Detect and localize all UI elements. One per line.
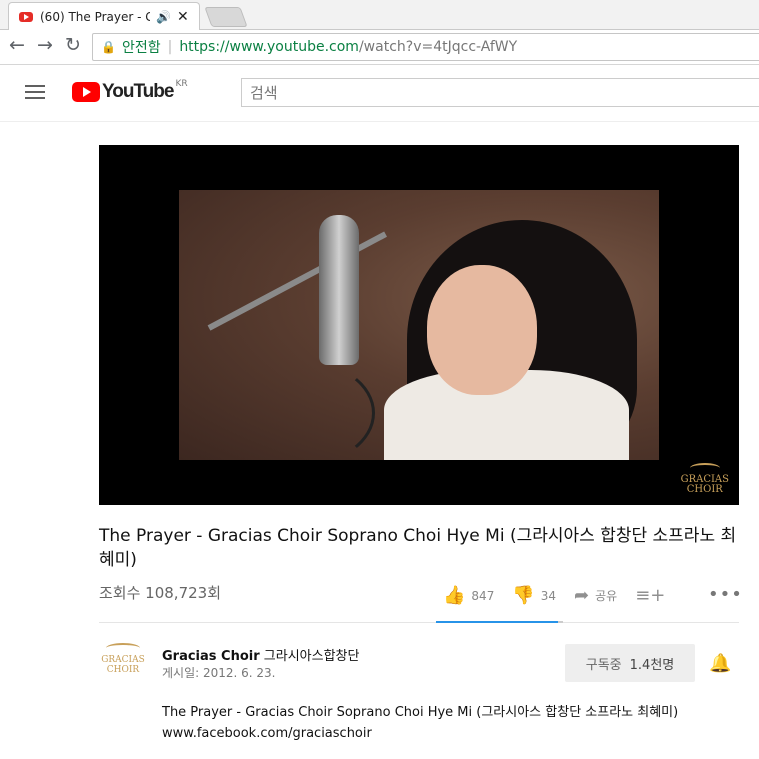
mic-stand-arm: [207, 231, 387, 331]
subscriber-count: 1.4천명: [629, 657, 675, 673]
video-actions: 👍 847 👎 34 ➦ 공유 ≡+: [443, 585, 689, 606]
search-placeholder: 검색: [250, 84, 278, 102]
subscribe-button[interactable]: 구독중 1.4천명: [565, 644, 695, 682]
close-tab-icon[interactable]: ✕: [177, 9, 189, 25]
like-button[interactable]: 👍 847: [443, 585, 494, 606]
share-label: 공유: [595, 589, 618, 603]
browser-toolbar: ← → ↻ 🔒 안전함 | https://www.youtube.com/wa…: [0, 30, 759, 65]
forward-arrow-icon[interactable]: →: [34, 34, 56, 56]
youtube-logo[interactable]: YouTube KR: [72, 79, 188, 103]
more-actions-icon[interactable]: •••: [708, 584, 743, 605]
like-count: 847: [471, 588, 495, 603]
youtube-header: YouTube KR 검색: [0, 65, 759, 122]
search-input[interactable]: 검색: [241, 78, 759, 107]
crown-icon: [689, 463, 720, 473]
logo-text: YouTube: [102, 81, 174, 102]
microphone: [319, 215, 359, 365]
add-to-playlist-button[interactable]: ≡+: [635, 585, 671, 606]
browser-tab-strip: (60) The Prayer - Gra 🔊 ✕: [0, 0, 759, 30]
video-player[interactable]: GRACIAS CHOIR: [99, 145, 739, 505]
lock-icon: 🔒: [101, 40, 116, 54]
share-arrow-icon: ➦: [574, 585, 590, 606]
divider: [99, 622, 739, 623]
menu-icon[interactable]: [25, 85, 45, 103]
secure-label: 안전함: [121, 40, 161, 56]
dislike-count: 34: [540, 588, 557, 603]
channel-name[interactable]: Gracias Choir 그라시아스합창단: [162, 645, 359, 664]
back-arrow-icon[interactable]: ←: [6, 34, 28, 56]
channel-avatar[interactable]: GRACIAS CHOIR: [99, 643, 147, 683]
url-host: https://www.youtube.com: [179, 39, 359, 55]
thumbs-up-icon: 👍: [443, 585, 466, 606]
youtube-favicon-icon: [19, 11, 33, 22]
sentiment-bar: [436, 621, 563, 623]
notification-bell-icon[interactable]: 🔔: [709, 653, 731, 674]
video-title: The Prayer - Gracias Choir Soprano Choi …: [99, 526, 737, 570]
subscribe-label: 구독중: [585, 657, 622, 673]
new-tab-button[interactable]: [204, 7, 248, 27]
singer-face: [427, 265, 537, 395]
playlist-add-icon: ≡+: [635, 585, 666, 606]
channel-name-english: Gracias Choir: [162, 649, 260, 664]
thumbs-down-icon: 👎: [512, 585, 535, 606]
mic-cable: [229, 360, 375, 460]
channel-name-korean: 그라시아스합창단: [263, 649, 360, 664]
watermark-line2: CHOIR: [686, 484, 723, 495]
crown-icon: [106, 643, 140, 653]
browser-tab[interactable]: (60) The Prayer - Gra 🔊 ✕: [8, 2, 200, 30]
share-button[interactable]: ➦ 공유: [574, 585, 617, 606]
video-description: The Prayer - Gracias Choir Soprano Choi …: [162, 702, 678, 744]
channel-watermark[interactable]: GRACIAS CHOIR: [681, 463, 729, 495]
channel-logo-line2: CHOIR: [106, 665, 140, 675]
tab-title: (60) The Prayer - Gra: [40, 9, 150, 24]
description-line: The Prayer - Gracias Choir Soprano Choi …: [162, 705, 679, 720]
view-count: 조회수 108,723회: [99, 584, 221, 602]
logo-region: KR: [175, 79, 188, 89]
publish-date: 게시일: 2012. 6. 23.: [162, 666, 276, 680]
reload-icon[interactable]: ↻: [62, 34, 84, 56]
description-link[interactable]: www.facebook.com/graciaschoir: [162, 723, 678, 744]
youtube-play-logo-icon: [72, 82, 100, 102]
channel-logo-line1: GRACIAS: [101, 655, 145, 665]
url-path: /watch?v=4tJqcc-AfWY: [358, 39, 518, 55]
sentiment-fill: [436, 621, 558, 623]
speaker-icon[interactable]: 🔊: [156, 10, 171, 24]
dislike-button[interactable]: 👎 34: [512, 585, 556, 606]
address-bar[interactable]: 🔒 안전함 | https://www.youtube.com/watch?v=…: [92, 33, 759, 61]
video-frame: [179, 190, 659, 460]
address-separator: |: [167, 39, 173, 55]
